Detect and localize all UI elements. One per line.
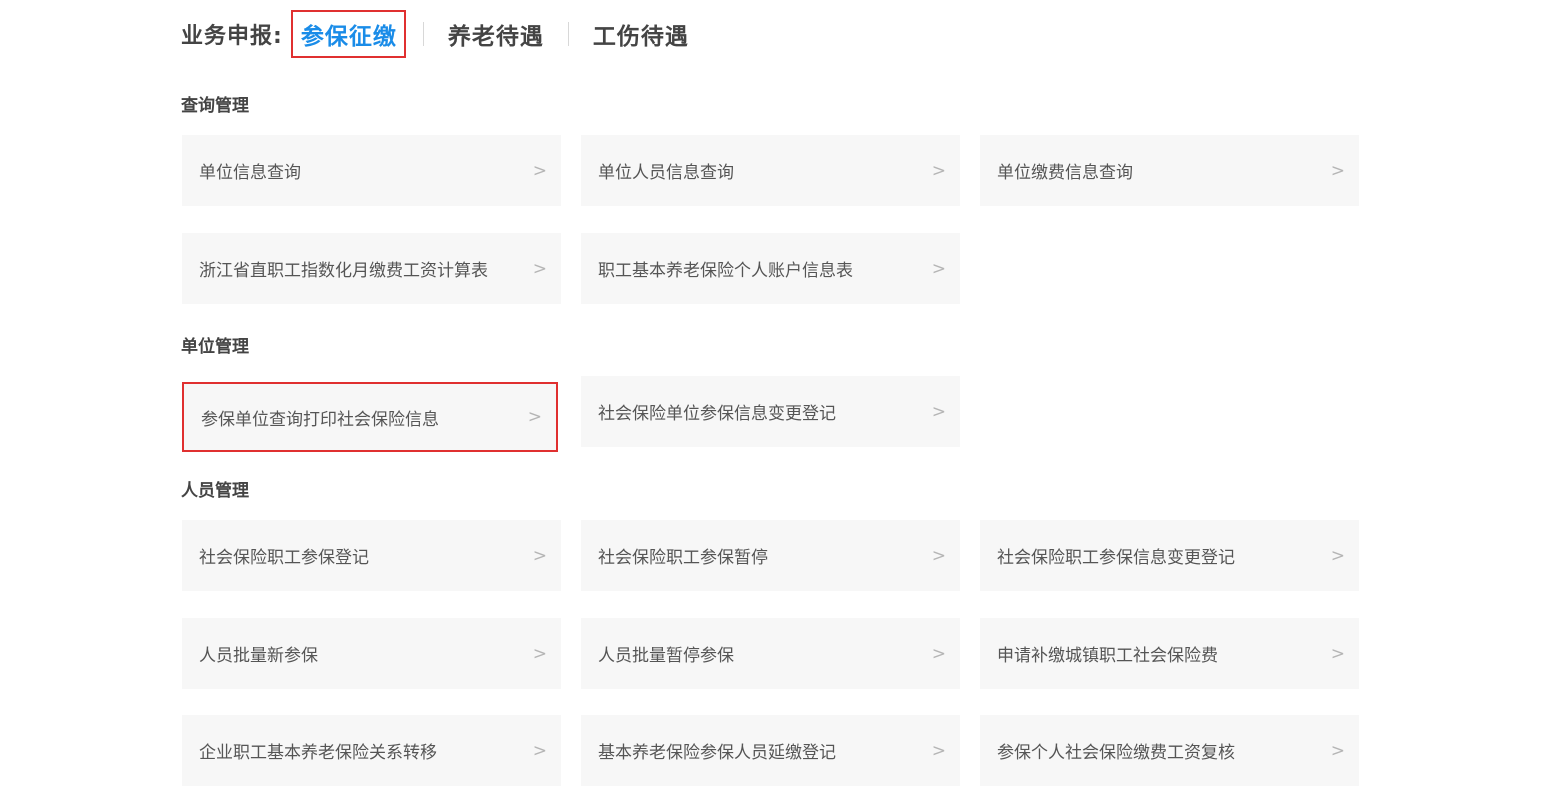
query-unit-info-card[interactable]: 单位信息查询 > <box>182 135 561 206</box>
card-label: 参保单位查询打印社会保险信息 <box>201 409 439 430</box>
chevron-right-icon: > <box>931 401 946 422</box>
card-label: 单位信息查询 <box>199 163 301 183</box>
card-label: 基本养老保险参保人员延缴登记 <box>598 743 836 763</box>
card-label: 社会保险职工参保信息变更登记 <box>997 548 1235 568</box>
chevron-right-icon: > <box>931 258 946 279</box>
card-label: 单位缴费信息查询 <box>997 163 1133 183</box>
chevron-right-icon: > <box>931 545 946 566</box>
header-label: 业务申报: <box>181 24 283 49</box>
tab-divider <box>422 22 424 46</box>
active-tab-highlight <box>291 10 406 58</box>
batch-suspend-enrollment-card[interactable]: 人员批量暂停参保 > <box>581 618 960 689</box>
card-label: 社会保险单位参保信息变更登记 <box>598 404 836 424</box>
staff-insurance-change-card[interactable]: 社会保险职工参保信息变更登记 > <box>980 520 1359 591</box>
pension-extended-payment-card[interactable]: 基本养老保险参保人员延缴登记 > <box>581 715 960 786</box>
chevron-right-icon: > <box>532 545 547 566</box>
chevron-right-icon: > <box>1330 643 1345 664</box>
card-label: 申请补缴城镇职工社会保险费 <box>997 646 1218 666</box>
section-title-query: 查询管理 <box>181 96 249 116</box>
chevron-right-icon: > <box>532 258 547 279</box>
chevron-right-icon: > <box>532 643 547 664</box>
card-label: 单位人员信息查询 <box>598 163 734 183</box>
chevron-right-icon: > <box>1330 740 1345 761</box>
chevron-right-icon: > <box>1330 160 1345 181</box>
card-label: 参保个人社会保险缴费工资复核 <box>997 743 1235 763</box>
card-label: 社会保险职工参保登记 <box>199 548 369 568</box>
chevron-right-icon: > <box>532 160 547 181</box>
chevron-right-icon: > <box>931 160 946 181</box>
chevron-right-icon: > <box>532 740 547 761</box>
staff-insurance-registration-card[interactable]: 社会保险职工参保登记 > <box>182 520 561 591</box>
staff-insurance-suspend-card[interactable]: 社会保险职工参保暂停 > <box>581 520 960 591</box>
wage-review-card[interactable]: 参保个人社会保险缴费工资复核 > <box>980 715 1359 786</box>
tab-injury-benefits[interactable]: 工伤待遇 <box>589 17 693 51</box>
tab-divider <box>567 22 569 46</box>
card-label: 社会保险职工参保暂停 <box>598 548 768 568</box>
supplementary-payment-card[interactable]: 申请补缴城镇职工社会保险费 > <box>980 618 1359 689</box>
card-label: 浙江省直职工指数化月缴费工资计算表 <box>199 261 488 281</box>
section-title-unit: 单位管理 <box>181 337 249 357</box>
card-label: 企业职工基本养老保险关系转移 <box>199 743 437 763</box>
unit-insurance-change-card[interactable]: 社会保险单位参保信息变更登记 > <box>581 376 960 447</box>
pension-relation-transfer-card[interactable]: 企业职工基本养老保险关系转移 > <box>182 715 561 786</box>
batch-new-enrollment-card[interactable]: 人员批量新参保 > <box>182 618 561 689</box>
query-unit-staff-info-card[interactable]: 单位人员信息查询 > <box>581 135 960 206</box>
chevron-right-icon: > <box>931 643 946 664</box>
chevron-right-icon: > <box>527 407 542 427</box>
chevron-right-icon: > <box>1330 545 1345 566</box>
pension-personal-account-card[interactable]: 职工基本养老保险个人账户信息表 > <box>581 233 960 304</box>
card-label: 人员批量新参保 <box>199 646 318 666</box>
query-unit-payment-info-card[interactable]: 单位缴费信息查询 > <box>980 135 1359 206</box>
card-label: 职工基本养老保险个人账户信息表 <box>598 261 853 281</box>
chevron-right-icon: > <box>931 740 946 761</box>
print-unit-insurance-info-card[interactable]: 参保单位查询打印社会保险信息 > <box>182 382 558 452</box>
business-declaration-header: 业务申报: 参保征缴 养老待遇 工伤待遇 <box>181 14 693 54</box>
card-label: 人员批量暂停参保 <box>598 646 734 666</box>
tab-pension-benefits[interactable]: 养老待遇 <box>444 17 548 51</box>
indexed-monthly-wage-table-card[interactable]: 浙江省直职工指数化月缴费工资计算表 > <box>182 233 561 304</box>
section-title-staff: 人员管理 <box>181 481 249 501</box>
